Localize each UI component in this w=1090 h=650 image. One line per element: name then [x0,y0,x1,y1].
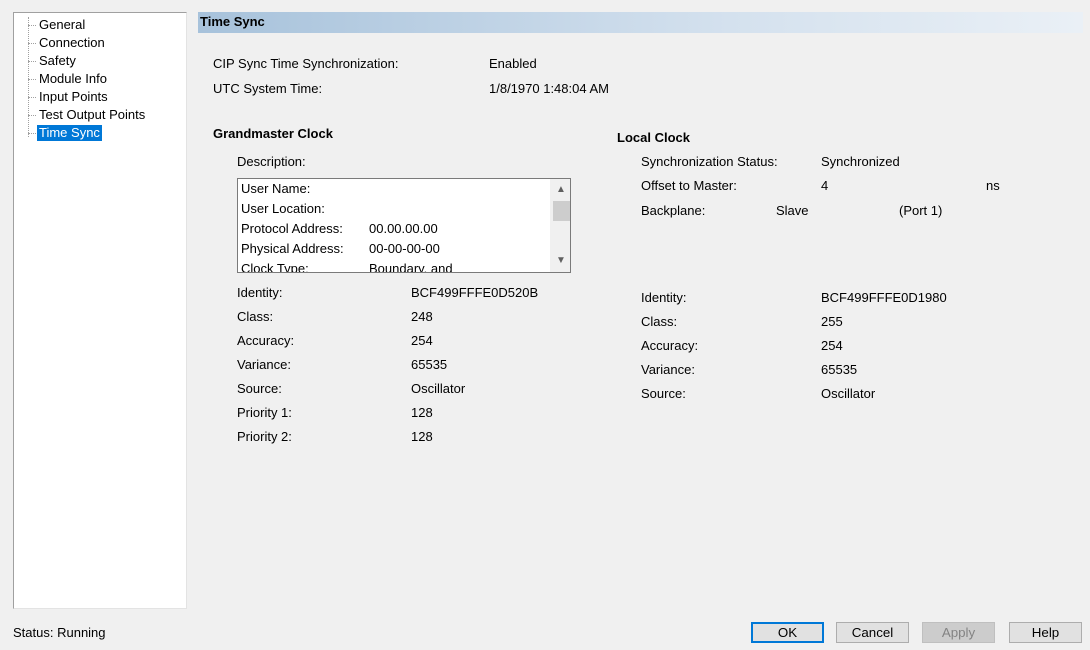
tree-item-label: Connection [39,35,105,50]
gm-priority2-value: 128 [411,429,433,444]
description-listbox[interactable]: User Name: User Location: Protocol Addre… [237,178,571,273]
tree-connector [28,97,36,99]
gm-priority1-value: 128 [411,405,433,420]
tree-item-module-info[interactable]: Module Info [28,71,109,89]
description-row-value: Boundary, and [369,261,453,273]
sync-status-value: Synchronized [821,154,900,169]
tree-item-time-sync[interactable]: Time Sync [28,125,102,143]
description-row-label: Protocol Address: [241,221,343,236]
local-source-label: Source: [641,386,686,401]
description-row: User Name: [241,179,310,199]
gm-identity-label: Identity: [237,285,283,300]
description-row-label: Clock Type: [241,261,309,273]
tree-connector [28,25,36,27]
local-class-value: 255 [821,314,843,329]
tree-connector [28,43,36,45]
utc-time-label: UTC System Time: [213,81,323,96]
local-identity-label: Identity: [641,290,687,305]
local-accuracy-value: 254 [821,338,843,353]
gm-variance-value: 65535 [411,357,448,372]
navigation-tree[interactable]: General Connection Safety Module Info In… [13,12,187,609]
tree-connector [28,61,36,63]
gm-source-label: Source: [237,381,282,396]
apply-button[interactable]: Apply [922,622,995,643]
description-label: Description: [237,154,306,169]
description-row-value: 00-00-00-00 [369,241,440,256]
tree-item-safety[interactable]: Safety [28,53,78,71]
tree-item-label: Time Sync [37,125,102,141]
chevron-up-icon[interactable]: ▲ [551,181,570,199]
grandmaster-clock-title: Grandmaster Clock [213,126,333,141]
tree-item-test-output-points[interactable]: Test Output Points [28,107,147,125]
tree-item-label: Safety [39,53,76,68]
tree-item-label: Module Info [39,71,107,86]
local-identity-value: BCF499FFFE0D1980 [821,290,947,305]
local-clock-title: Local Clock [617,130,690,145]
tree-item-label: Input Points [39,89,108,104]
gm-identity-value: BCF499FFFE0D520B [411,285,539,300]
cancel-button[interactable]: Cancel [836,622,909,643]
sync-status-label: Synchronization Status: [641,154,778,169]
status-bar: Status: Running [13,625,106,641]
local-source-value: Oscillator [821,386,876,401]
gm-class-label: Class: [237,309,274,324]
tree-connector [28,133,36,135]
help-button[interactable]: Help [1009,622,1082,643]
description-row: Physical Address: 00-00-00-00 [241,239,440,259]
vertical-scrollbar[interactable]: ▲ ▼ [550,179,570,272]
cip-sync-value: Enabled [489,56,537,71]
page-title: Time Sync [198,12,1083,33]
description-row: Clock Type: Boundary, and [241,259,453,273]
description-row: Protocol Address: 00.00.00.00 [241,219,438,239]
description-row-label: Physical Address: [241,241,344,256]
local-variance-label: Variance: [641,362,695,377]
backplane-value: Slave [776,203,809,218]
offset-label: Offset to Master: [641,178,737,193]
description-row-label: User Name: [241,181,311,196]
description-row-label: User Location: [241,201,325,216]
gm-priority1-label: Priority 1: [237,405,292,420]
chevron-down-icon[interactable]: ▼ [551,252,570,270]
utc-time-value: 1/8/1970 1:48:04 AM [489,81,609,96]
tree-item-label: Test Output Points [39,107,146,122]
gm-variance-label: Variance: [237,357,291,372]
offset-unit: ns [986,178,1000,193]
tree-item-general[interactable]: General [28,17,87,35]
tree-connector [28,79,36,81]
gm-accuracy-label: Accuracy: [237,333,295,348]
tree-item-connection[interactable]: Connection [28,35,107,53]
tree-connector [28,115,36,117]
gm-priority2-label: Priority 2: [237,429,292,444]
cip-sync-label: CIP Sync Time Synchronization: [213,56,399,71]
tree-item-label: General [39,17,86,32]
offset-value: 4 [821,178,829,193]
description-row: User Location: [241,199,325,219]
backplane-label: Backplane: [641,203,706,218]
tree-item-input-points[interactable]: Input Points [28,89,110,107]
gm-accuracy-value: 254 [411,333,433,348]
ok-button[interactable]: OK [751,622,824,643]
description-row-value: 00.00.00.00 [369,221,438,236]
status-value: Running [57,625,106,640]
status-label: Status: [13,625,54,640]
gm-class-value: 248 [411,309,433,324]
local-class-label: Class: [641,314,678,329]
local-variance-value: 65535 [821,362,858,377]
scrollbar-thumb[interactable] [553,201,570,221]
local-accuracy-label: Accuracy: [641,338,699,353]
backplane-port: (Port 1) [899,203,943,218]
gm-source-value: Oscillator [411,381,466,396]
